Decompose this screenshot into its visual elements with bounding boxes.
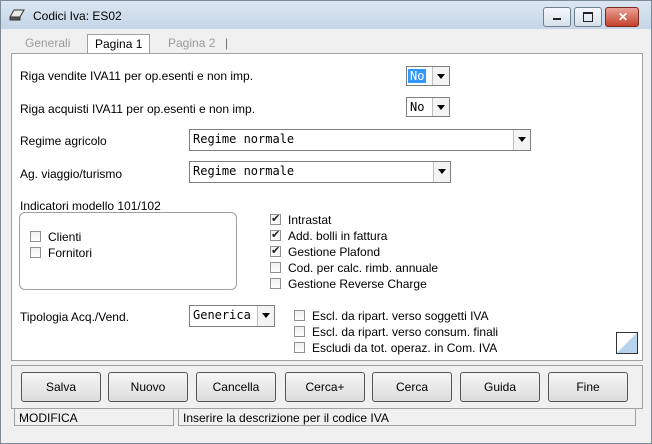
riga-acquisti-value: No: [410, 100, 425, 114]
escl-soggetti-checkbox[interactable]: [294, 310, 305, 321]
chevron-down-icon[interactable]: [513, 130, 530, 150]
maximize-button[interactable]: [574, 7, 602, 27]
add-bolli-label: Add. bolli in fattura: [288, 229, 388, 243]
cancella-button[interactable]: Cancella: [196, 372, 276, 402]
chevron-down-icon[interactable]: [432, 67, 449, 85]
regime-agricolo-value: Regime normale: [193, 132, 295, 146]
reverse-charge-checkbox[interactable]: [270, 278, 281, 289]
close-icon: ✕: [618, 10, 629, 24]
tipologia-value: Generica: [193, 308, 251, 322]
intrastat-checkbox[interactable]: [270, 212, 281, 225]
cerca-plus-button[interactable]: Cerca+: [285, 372, 365, 402]
regime-agricolo-select[interactable]: Regime normale: [189, 129, 531, 151]
fine-button[interactable]: Fine: [548, 372, 628, 402]
chevron-down-icon[interactable]: [432, 98, 449, 116]
escl-soggetti-label: Escl. da ripart. verso soggetti IVA: [312, 309, 489, 323]
tipologia-select[interactable]: Generica: [189, 305, 275, 327]
cerca-button[interactable]: Cerca: [372, 372, 452, 402]
gestione-plafond-label: Gestione Plafond: [288, 245, 381, 259]
tipologia-label: Tipologia Acq./Vend.: [20, 310, 129, 324]
riga-acquisti-select[interactable]: No: [406, 97, 450, 117]
gestione-plafond-checkbox[interactable]: [270, 244, 281, 257]
chevron-down-icon[interactable]: [257, 306, 274, 326]
escludi-com-label: Escludi da tot. operaz. in Com. IVA: [312, 341, 498, 355]
close-button[interactable]: ✕: [605, 7, 639, 27]
window-title: Codici Iva: ES02: [33, 9, 122, 23]
maximize-icon: [583, 12, 593, 22]
tab-separator: |: [225, 36, 229, 50]
nuovo-button[interactable]: Nuovo: [108, 372, 188, 402]
clienti-label: Clienti: [48, 230, 82, 244]
ag-viaggio-value: Regime normale: [193, 164, 295, 178]
cod-calc-label: Cod. per calc. rimb. annuale: [288, 261, 439, 275]
fornitori-label: Fornitori: [48, 246, 93, 260]
tab-pagina-1[interactable]: Pagina 1: [87, 34, 151, 54]
riga-acquisti-label: Riga acquisti IVA11 per op.esenti e non …: [20, 102, 256, 116]
ag-viaggio-select[interactable]: Regime normale: [189, 161, 451, 183]
riga-vendite-select[interactable]: No: [406, 66, 450, 86]
intrastat-label: Intrastat: [288, 213, 332, 227]
riga-vendite-label: Riga vendite IVA11 per op.esenti e non i…: [20, 69, 254, 83]
fornitori-checkbox[interactable]: [30, 247, 41, 258]
regime-agricolo-label: Regime agricolo: [20, 134, 107, 148]
ag-viaggio-label: Ag. viaggio/turismo: [20, 167, 123, 181]
tab-panel: Riga vendite IVA11 per op.esenti e non i…: [11, 53, 643, 361]
tab-strip: Generali Pagina 1 Pagina 2 |: [11, 34, 641, 55]
minimize-button[interactable]: [543, 7, 571, 27]
app-icon: [9, 9, 25, 21]
escl-consum-label: Escl. da ripart. verso consum. finali: [312, 325, 499, 339]
salva-button[interactable]: Salva: [21, 372, 101, 402]
minimize-icon: [553, 18, 561, 20]
escl-consum-checkbox[interactable]: [294, 326, 305, 337]
cod-calc-checkbox[interactable]: [270, 262, 281, 273]
riga-vendite-value: No: [408, 69, 427, 83]
add-bolli-checkbox[interactable]: [270, 228, 281, 241]
clienti-checkbox[interactable]: [30, 231, 41, 242]
reverse-charge-label: Gestione Reverse Charge: [288, 277, 427, 291]
indicatori-label: Indicatori modello 101/102: [20, 199, 161, 213]
title-bar[interactable]: Codici Iva: ES02 ✕: [1, 1, 651, 29]
escludi-com-checkbox[interactable]: [294, 342, 305, 353]
status-mode: MODIFICA: [14, 408, 174, 426]
tab-pagina-2[interactable]: Pagina 2: [168, 36, 215, 53]
chevron-down-icon[interactable]: [433, 162, 450, 182]
page-corner-icon[interactable]: [616, 332, 638, 354]
guida-button[interactable]: Guida: [460, 372, 540, 402]
status-message: Inserire la descrizione per il codice IV…: [178, 408, 636, 426]
tab-generali[interactable]: Generali: [25, 36, 70, 53]
application-window: Codici Iva: ES02 ✕ Generali Pagina 1 Pag…: [0, 0, 652, 444]
